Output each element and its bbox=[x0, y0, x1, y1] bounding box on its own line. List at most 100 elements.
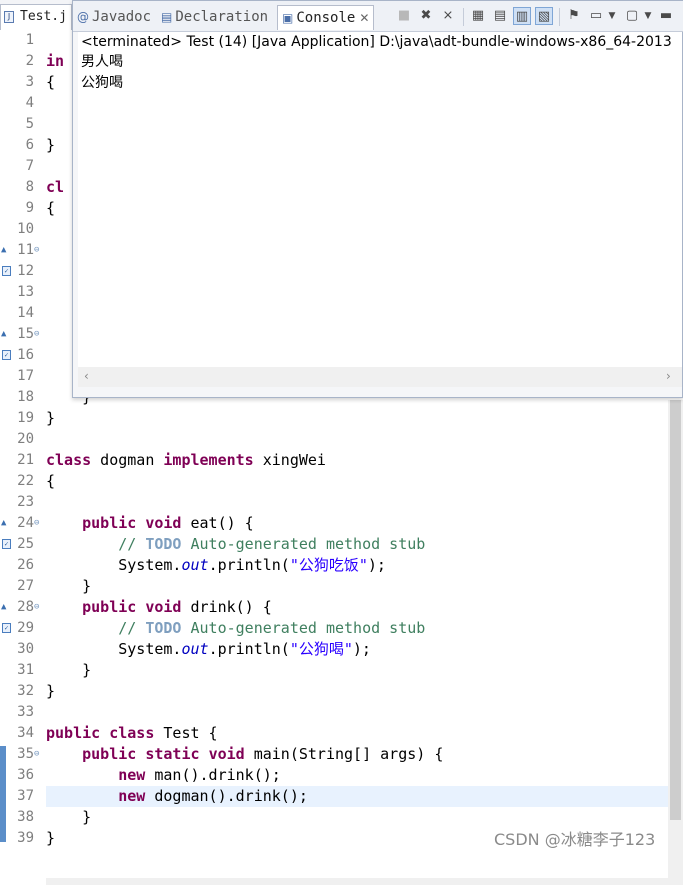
editor-horizontal-scrollbar[interactable] bbox=[46, 878, 668, 885]
open-console-icon[interactable]: ▢ bbox=[623, 7, 641, 25]
code-line: } bbox=[46, 682, 56, 700]
code-line: // TODO Auto-generated method stub bbox=[118, 619, 426, 637]
display-console-icon[interactable]: ▭ bbox=[587, 7, 605, 25]
line-number: 20 bbox=[17, 431, 34, 447]
line-number: 16 bbox=[17, 347, 34, 363]
code-line: // TODO Auto-generated method stub bbox=[118, 535, 426, 553]
line-number: 25 bbox=[17, 536, 34, 552]
line-number: 31 bbox=[17, 662, 34, 678]
chevron-right-icon[interactable]: › bbox=[666, 369, 671, 383]
chevron-down-icon[interactable]: ▼ bbox=[643, 7, 653, 25]
line-number: 17 bbox=[17, 368, 34, 384]
tab-declaration[interactable]: ▤ Declaration bbox=[161, 5, 268, 30]
fold-toggle-icon[interactable]: ⊖ bbox=[34, 597, 39, 618]
code-line: public class Test { bbox=[46, 724, 218, 742]
console-view: @ Javadoc ▤ Declaration ▣ Console ✕ ■ ✖ ⨯ ▦ … bbox=[72, 0, 683, 398]
remove-all-terminated-icon[interactable]: ⨯ bbox=[439, 7, 457, 25]
fold-toggle-icon[interactable]: ⊖ bbox=[34, 513, 39, 534]
override-marker-icon[interactable]: ▲ bbox=[1, 513, 6, 534]
code-line: class dogman implements xingWei bbox=[46, 451, 326, 469]
line-number: 29 bbox=[17, 620, 34, 636]
code-line: { bbox=[46, 199, 56, 217]
editor-tab-label: Test.j bbox=[20, 9, 67, 24]
clear-console-icon[interactable]: ▦ bbox=[469, 7, 487, 25]
minimize-icon[interactable]: ▬ bbox=[657, 7, 675, 25]
line-number: 23 bbox=[17, 494, 34, 510]
code-line: } bbox=[46, 577, 92, 595]
tab-javadoc-label: Javadoc bbox=[92, 9, 152, 25]
code-line: new dogman().drink(); bbox=[118, 787, 308, 805]
line-number: 10 bbox=[17, 221, 34, 237]
editor-scroll-thumb[interactable] bbox=[670, 400, 681, 820]
line-number: 34 bbox=[17, 725, 34, 741]
line-number: 11 bbox=[17, 242, 34, 258]
code-line: } bbox=[46, 829, 56, 847]
scroll-lock-icon[interactable]: ▤ bbox=[491, 7, 509, 25]
line-number: 36 bbox=[17, 767, 34, 783]
line-number: 4 bbox=[25, 95, 34, 111]
line-number: 33 bbox=[17, 704, 34, 720]
console-status-line: <terminated> Test (14) [Java Application… bbox=[81, 34, 672, 50]
implements-marker-icon[interactable]: ✓ bbox=[2, 350, 11, 360]
terminate-icon[interactable]: ■ bbox=[395, 7, 413, 25]
code-line: } bbox=[46, 409, 56, 427]
line-number: 2 bbox=[25, 53, 34, 69]
code-line: { bbox=[46, 73, 56, 91]
console-output-line: 公狗喝 bbox=[81, 75, 123, 91]
tab-javadoc[interactable]: @ Javadoc bbox=[77, 5, 151, 30]
watermark: CSDN @冰糖李子123 bbox=[494, 830, 656, 849]
at-icon: @ bbox=[77, 10, 89, 24]
line-number: 27 bbox=[17, 578, 34, 594]
java-file-icon: J bbox=[4, 11, 14, 23]
fold-toggle-icon[interactable]: ⊖ bbox=[34, 744, 39, 765]
line-number: 26 bbox=[17, 557, 34, 573]
line-number: 30 bbox=[17, 641, 34, 657]
line-number-gutter: 1 2 3 4 5 6 7 8 9 10 11 ▲ ⊖ 12 ✓ 13 14 15 ▲ ⊖ 16 ✓ 17 18 19 20 21 2… bbox=[0, 30, 44, 855]
line-number: 24 bbox=[17, 515, 34, 531]
code-line: } bbox=[46, 808, 92, 826]
code-line: cl bbox=[46, 178, 65, 196]
tab-console[interactable]: ▣ Console ✕ bbox=[277, 5, 375, 30]
line-number: 12 bbox=[17, 263, 34, 279]
fold-toggle-icon[interactable]: ⊖ bbox=[34, 240, 39, 261]
line-number: 6 bbox=[25, 137, 34, 153]
chevron-down-icon[interactable]: ▼ bbox=[607, 7, 617, 25]
code-line: { bbox=[46, 472, 56, 490]
view-tab-bar: @ Javadoc ▤ Declaration ▣ Console ✕ ■ ✖ ⨯ ▦ … bbox=[73, 1, 683, 32]
line-number: 13 bbox=[17, 284, 34, 300]
overview-ruler-marker bbox=[0, 746, 6, 842]
override-marker-icon[interactable]: ▲ bbox=[1, 240, 6, 261]
editor-tab-test-java[interactable]: J Test.j bbox=[0, 4, 72, 30]
override-marker-icon[interactable]: ▲ bbox=[1, 324, 6, 345]
line-number: 22 bbox=[17, 473, 34, 489]
editor-vertical-scrollbar[interactable] bbox=[668, 400, 683, 885]
show-on-stderr-icon[interactable]: ▧ bbox=[535, 7, 553, 25]
pin-console-icon[interactable]: ⚑ bbox=[565, 7, 583, 25]
console-horizontal-scrollbar[interactable]: ‹ › bbox=[78, 367, 682, 387]
line-number: 28 bbox=[17, 599, 34, 615]
line-number: 39 bbox=[17, 830, 34, 846]
line-number: 5 bbox=[25, 116, 34, 132]
fold-toggle-icon[interactable]: ⊖ bbox=[34, 324, 39, 345]
line-number: 18 bbox=[17, 389, 34, 405]
declaration-icon: ▤ bbox=[161, 10, 173, 24]
console-output[interactable]: <terminated> Test (14) [Java Application… bbox=[78, 32, 682, 367]
line-number: 8 bbox=[25, 179, 34, 195]
chevron-left-icon[interactable]: ‹ bbox=[84, 369, 89, 383]
line-number: 19 bbox=[17, 410, 34, 426]
line-number: 14 bbox=[17, 305, 34, 321]
code-line: public void eat() { bbox=[82, 514, 254, 532]
line-number: 37 bbox=[17, 788, 34, 804]
close-icon[interactable]: ✕ bbox=[359, 11, 369, 25]
tab-declaration-label: Declaration bbox=[175, 9, 269, 25]
implements-marker-icon[interactable]: ✓ bbox=[2, 266, 11, 276]
implements-marker-icon[interactable]: ✓ bbox=[2, 623, 11, 633]
show-on-stdout-icon[interactable]: ▥ bbox=[513, 7, 531, 25]
implements-marker-icon[interactable]: ✓ bbox=[2, 539, 11, 549]
remove-launch-icon[interactable]: ✖ bbox=[417, 7, 435, 25]
code-line: } bbox=[46, 136, 56, 154]
code-line: System.out.println("公狗喝"); bbox=[46, 640, 371, 658]
code-line: } bbox=[46, 661, 92, 679]
override-marker-icon[interactable]: ▲ bbox=[1, 597, 6, 618]
line-number: 7 bbox=[25, 158, 34, 174]
